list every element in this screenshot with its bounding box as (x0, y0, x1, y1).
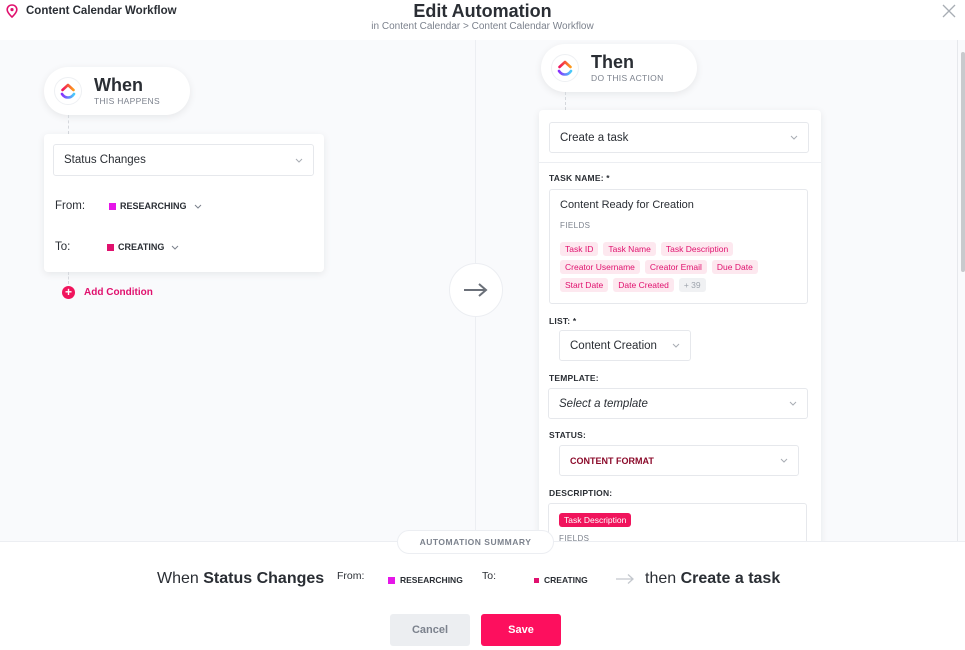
when-header: When THIS HAPPENS (44, 67, 190, 115)
save-button[interactable]: Save (481, 614, 561, 646)
connector-line (565, 92, 566, 110)
summary-when: When Status Changes (157, 570, 324, 588)
automation-summary: When Status Changes From: RESEARCHING To… (0, 566, 965, 592)
summary-to-label: To: (482, 570, 497, 582)
add-condition-button[interactable]: + Add Condition (62, 286, 153, 299)
action-select[interactable]: Create a task (549, 122, 809, 153)
scrollbar[interactable] (961, 52, 965, 272)
summary-then-word: then (645, 570, 677, 587)
list-select[interactable]: Content Creation (559, 330, 691, 361)
field-chip[interactable]: Due Date (711, 260, 758, 274)
template-label: TEMPLATE: (549, 373, 599, 383)
chevron-down-icon (672, 343, 680, 348)
action-value: Create a task (560, 131, 629, 144)
chevron-down-icon (171, 245, 179, 250)
list-label: LIST: * (549, 316, 577, 326)
summary-from-status-name: RESEARCHING (400, 575, 463, 585)
task-name-input[interactable]: Content Ready for Creation FIELDS Task I… (549, 189, 808, 304)
connector-line (68, 115, 69, 134)
flow-arrow (449, 263, 503, 317)
add-condition-label: Add Condition (84, 287, 153, 298)
summary-then: then Create a task (645, 570, 780, 588)
chevron-down-icon (295, 158, 303, 163)
page-subtitle: in Content Calendar > Content Calendar W… (371, 21, 594, 32)
summary-to-status: CREATING (534, 575, 588, 585)
arrow-right-icon (616, 574, 634, 584)
status-color-swatch (107, 243, 114, 251)
template-placeholder: Select a template (559, 397, 648, 410)
from-label: From: (55, 200, 86, 212)
list-value: Content Creation (570, 339, 657, 352)
status-color-swatch (534, 577, 539, 583)
trigger-value: Status Changes (64, 154, 146, 166)
automation-canvas: When THIS HAPPENS Status Changes From: R… (0, 40, 965, 542)
summary-when-word: When (157, 570, 199, 587)
status-select[interactable]: CONTENT FORMAT (559, 445, 799, 476)
edit-automation-modal: Content Calendar Workflow Edit Automatio… (0, 0, 965, 650)
description-label: DESCRIPTION: (549, 488, 613, 498)
divider (539, 162, 821, 163)
description-input[interactable]: Task Description FIELDS (548, 503, 807, 542)
summary-trigger: Status Changes (203, 570, 325, 587)
when-subtitle: THIS HAPPENS (94, 96, 160, 106)
clickup-logo-icon (551, 54, 579, 82)
when-title: When (94, 75, 143, 95)
template-select[interactable]: Select a template (548, 388, 808, 419)
clickup-logo-icon (54, 77, 82, 105)
automation-summary-tab: AUTOMATION SUMMARY (397, 530, 554, 554)
more-fields-chip[interactable]: + 39 (678, 278, 706, 292)
field-chip[interactable]: Task ID (560, 242, 599, 256)
summary-to-status-name: CREATING (544, 575, 588, 585)
chevron-down-icon (194, 204, 201, 209)
status-color-swatch (109, 202, 116, 210)
then-title: Then (591, 52, 634, 72)
action-card: Create a task TASK NAME: * Content Ready… (539, 110, 821, 542)
trigger-card: Status Changes From: RESEARCHING To: CRE… (44, 134, 324, 272)
field-chips: Task ID Task Name Task Description Creat… (560, 242, 805, 292)
chevron-down-icon (790, 135, 798, 140)
field-chip[interactable]: Date Created (613, 278, 674, 292)
to-label: To: (55, 241, 71, 253)
task-name-value: Content Ready for Creation (560, 199, 694, 211)
summary-from-label: From: (337, 570, 365, 582)
plus-icon: + (62, 286, 75, 299)
status-label: STATUS: (549, 430, 586, 440)
description-field-chip[interactable]: Task Description (559, 513, 632, 527)
summary-from-status: RESEARCHING (388, 575, 463, 585)
to-status-name: CREATING (118, 242, 165, 252)
field-chip[interactable]: Start Date (560, 278, 609, 292)
then-subtitle: DO THIS ACTION (591, 73, 664, 83)
panel-edge (957, 40, 958, 542)
chevron-down-icon (780, 458, 788, 463)
status-color-swatch (388, 576, 395, 584)
task-name-label: TASK NAME: * (549, 173, 610, 183)
from-status-select[interactable]: RESEARCHING (109, 201, 202, 211)
connector-line (68, 272, 69, 284)
status-value: CONTENT FORMAT (570, 455, 654, 466)
modal-header: Content Calendar Workflow Edit Automatio… (0, 0, 965, 40)
fields-label: FIELDS (560, 221, 591, 230)
close-icon[interactable] (941, 3, 957, 19)
summary-action: Create a task (680, 570, 781, 587)
then-header: Then DO THIS ACTION (541, 44, 697, 92)
field-chip[interactable]: Task Name (603, 242, 656, 256)
trigger-select[interactable]: Status Changes (53, 144, 314, 176)
field-chip[interactable]: Creator Username (560, 260, 640, 274)
cancel-button[interactable]: Cancel (390, 614, 470, 646)
arrow-right-icon (464, 283, 488, 297)
field-chip[interactable]: Creator Email (644, 260, 707, 274)
field-chip[interactable]: Task Description (660, 242, 734, 256)
to-status-select[interactable]: CREATING (107, 242, 179, 252)
from-status-name: RESEARCHING (120, 201, 187, 211)
page-title: Edit Automation (413, 1, 552, 21)
chevron-down-icon (789, 401, 797, 406)
